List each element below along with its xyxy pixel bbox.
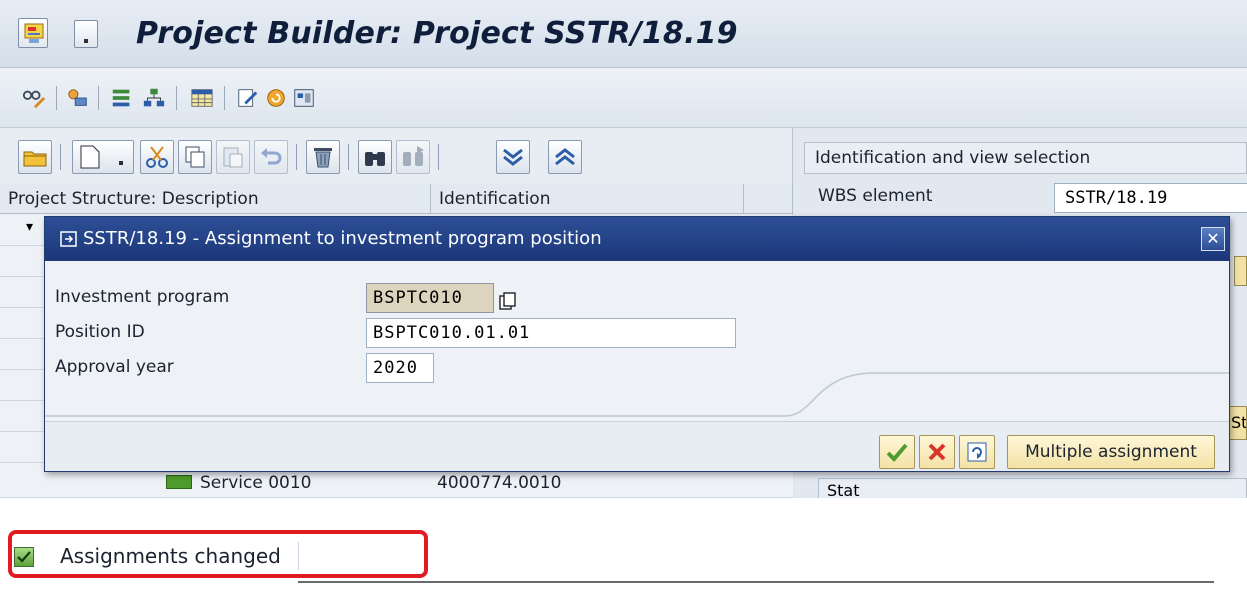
structure-toolbar xyxy=(0,128,793,184)
success-check-icon xyxy=(14,547,34,567)
new-document-icon xyxy=(80,145,123,169)
status-bottom-rule xyxy=(298,581,1214,583)
title-bar: Project Builder: Project SSTR/18.19 xyxy=(0,0,1247,68)
tree-row-description: Service 0010 xyxy=(200,473,312,493)
table-overview-icon[interactable] xyxy=(190,86,214,110)
paste-icon xyxy=(223,147,243,168)
hierarchy-list-icon[interactable] xyxy=(110,86,134,110)
copy-icon xyxy=(185,146,205,168)
cancel-button[interactable] xyxy=(919,435,955,469)
sap-menu-icon xyxy=(24,23,44,43)
settings-window-icon[interactable] xyxy=(292,86,316,110)
toolbar-separator xyxy=(348,144,349,170)
checkmark-icon xyxy=(886,443,908,462)
folder-icon xyxy=(23,151,47,167)
binoculars-next-icon xyxy=(403,146,424,166)
expand-arrow-icon[interactable]: ▾ xyxy=(26,219,33,235)
dialog-title: SSTR/18.19 - Assignment to investment pr… xyxy=(83,228,602,249)
application-toolbar xyxy=(0,68,1247,128)
status-divider xyxy=(298,542,299,570)
status-message[interactable]: Assignments changed xyxy=(60,544,281,568)
expand-button[interactable] xyxy=(496,140,530,174)
structure-tree-icon[interactable] xyxy=(142,86,166,110)
undo-button[interactable] xyxy=(254,140,288,174)
tree-row-identification: 4000774.0010 xyxy=(437,473,562,493)
glasses-pencil-icon[interactable] xyxy=(22,86,46,110)
multiple-assignment-button[interactable]: Multiple assignment xyxy=(1007,435,1215,469)
wbs-element-field[interactable]: SSTR/18.19 xyxy=(1054,183,1247,213)
copy-button[interactable] xyxy=(178,140,212,174)
toolbar-separator xyxy=(438,144,439,170)
separator-curve xyxy=(45,372,1229,417)
status-bar: Assignments changed xyxy=(0,498,1247,589)
delete-button[interactable] xyxy=(306,140,340,174)
expand-down-icon xyxy=(503,148,523,166)
toolbar-separator xyxy=(224,86,225,110)
assignment-dialog: SSTR/18.19 - Assignment to investment pr… xyxy=(44,216,1230,472)
find-next-button[interactable] xyxy=(396,140,430,174)
toolbar-separator xyxy=(98,86,99,110)
find-button[interactable] xyxy=(358,140,392,174)
edit-document-icon[interactable] xyxy=(236,86,260,110)
column-header-extra[interactable] xyxy=(744,184,793,214)
window-title: Project Builder: Project SSTR/18.19 xyxy=(136,16,738,51)
open-folder-button[interactable] xyxy=(18,140,52,174)
wbs-element-icon xyxy=(166,475,192,489)
partial-status-button[interactable]: St xyxy=(1228,406,1247,440)
window-options-button[interactable] xyxy=(74,20,98,48)
trash-icon xyxy=(314,148,332,168)
dialog-close-button[interactable]: ✕ xyxy=(1201,227,1225,251)
cycle-icon[interactable] xyxy=(264,86,288,110)
column-header-description[interactable]: Project Structure: Description xyxy=(0,184,431,214)
toolbar-separator xyxy=(296,144,297,170)
partial-button[interactable] xyxy=(1234,256,1247,286)
toolbar-separator xyxy=(176,86,177,110)
dialog-window-icon xyxy=(59,229,79,249)
scissors-icon xyxy=(146,146,168,168)
refresh-icon xyxy=(967,442,987,462)
collapse-button[interactable] xyxy=(548,140,582,174)
collapse-up-icon xyxy=(555,148,575,166)
status-section-header: Stat xyxy=(818,478,1247,498)
cancel-x-icon xyxy=(928,443,946,461)
dialog-body: Investment program BSPTC010 Position ID … xyxy=(45,261,1229,421)
other-object-icon[interactable] xyxy=(66,86,90,110)
session-menu-button[interactable] xyxy=(18,18,48,48)
toolbar-separator xyxy=(56,86,57,110)
copy-value-icon[interactable] xyxy=(498,291,518,311)
toolbar-separator xyxy=(60,144,61,170)
binoculars-icon xyxy=(365,152,385,166)
wbs-element-label: WBS element xyxy=(818,186,933,206)
refresh-button[interactable] xyxy=(959,435,995,469)
dropdown-caret-icon xyxy=(84,39,88,43)
sap-main-window: Project Builder: Project SSTR/18.19 Proj… xyxy=(0,0,1247,498)
dialog-footer: Multiple assignment xyxy=(45,421,1229,471)
close-icon: ✕ xyxy=(1206,229,1220,248)
column-header-identification[interactable]: Identification xyxy=(431,184,744,214)
dialog-titlebar: SSTR/18.19 - Assignment to investment pr… xyxy=(45,217,1229,261)
undo-icon xyxy=(261,148,282,165)
view-selection-header: Identification and view selection xyxy=(804,142,1247,174)
create-button[interactable] xyxy=(72,140,134,174)
tree-column-headers: Project Structure: Description Identific… xyxy=(0,184,793,214)
cut-button[interactable] xyxy=(140,140,174,174)
confirm-button[interactable] xyxy=(879,435,915,469)
paste-button[interactable] xyxy=(216,140,250,174)
